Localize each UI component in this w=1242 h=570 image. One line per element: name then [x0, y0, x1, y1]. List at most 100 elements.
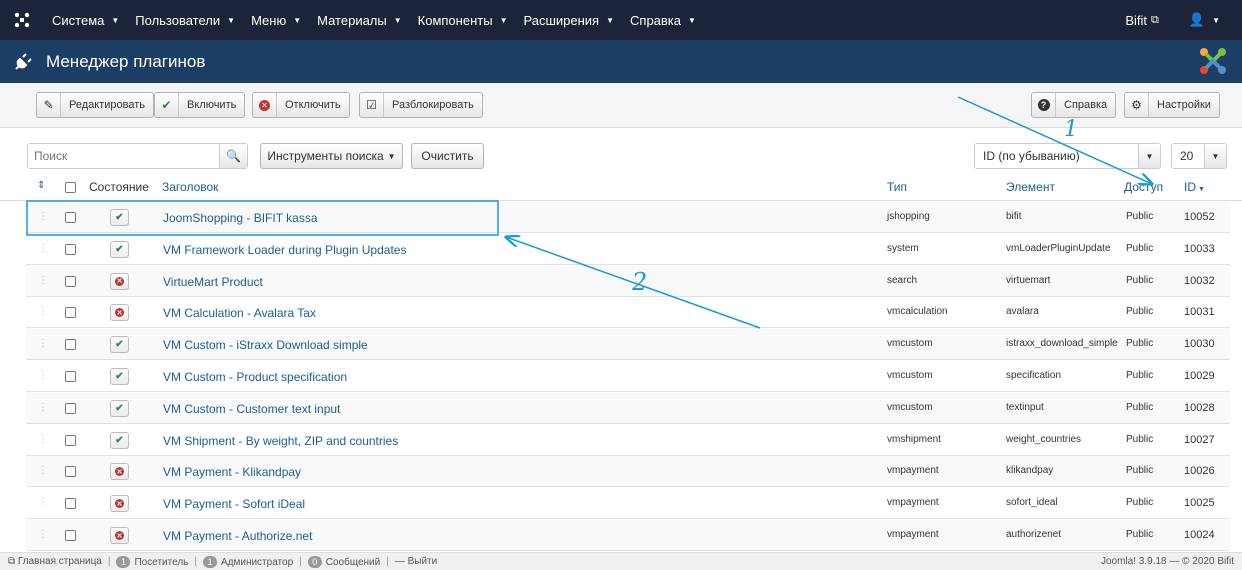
status-toggle[interactable]: ✕: [110, 495, 129, 513]
status-toggle[interactable]: ✕: [110, 527, 129, 544]
plugin-access: Public: [1126, 465, 1154, 477]
search-button[interactable]: 🔍: [219, 144, 247, 168]
logout-link[interactable]: — Выйти: [395, 556, 437, 567]
home-link[interactable]: ⧉ Главная страница: [8, 556, 102, 567]
unlock-button[interactable]: ☑ Разблокировать: [359, 92, 483, 118]
status-toggle[interactable]: ✔: [110, 431, 129, 449]
help-button[interactable]: ? Справка: [1031, 92, 1117, 118]
plugin-title-link[interactable]: VM Custom - iStraxx Download simple: [163, 338, 368, 352]
table-row: ⋮ ✕ VM Payment - Klikandpay vmpayment klikan…: [26, 456, 1230, 488]
row-checkbox[interactable]: [65, 434, 76, 446]
plugin-access: Public: [1126, 497, 1154, 509]
status-toggle[interactable]: ✔: [110, 240, 129, 258]
status-toggle[interactable]: ✕: [110, 304, 129, 322]
ordering-sort-icon[interactable]: ⇕: [37, 180, 45, 191]
plugin-element: virtuemart: [1006, 274, 1051, 286]
plugin-title-link[interactable]: VM Custom - Customer text input: [163, 402, 340, 416]
column-type[interactable]: Тип: [887, 180, 907, 194]
plugin-id: 10028: [1184, 401, 1215, 414]
table-row: ⋮ ✔ VM Custom - Product specification vmcus…: [26, 361, 1230, 392]
cancel-icon: ✕: [115, 531, 124, 540]
drag-handle-icon[interactable]: ⋮: [38, 529, 48, 540]
plugin-title-link[interactable]: VM Shipment - By weight, ZIP and countri…: [163, 434, 398, 448]
limit-select[interactable]: 20 ▼: [1171, 143, 1227, 169]
clear-button[interactable]: Очистить: [411, 143, 484, 169]
edit-button[interactable]: ✎ Редактировать: [36, 92, 154, 118]
check-icon: ✔: [115, 371, 124, 382]
plugin-title-link[interactable]: VirtueMart Product: [163, 275, 263, 289]
row-checkbox[interactable]: [65, 498, 76, 510]
plugin-title-link[interactable]: JoomShopping - BIFIT kassa: [163, 211, 318, 225]
drag-handle-icon[interactable]: ⋮: [38, 465, 48, 476]
table-row: ⋮ ✔ VM Custom - Customer text input vmcusto…: [26, 392, 1230, 424]
table-row: ⋮ ✕ VirtueMart Product search virtuemart Publ…: [26, 265, 1230, 297]
column-id[interactable]: ID ▼: [1184, 180, 1205, 194]
drag-handle-icon[interactable]: ⋮: [38, 370, 48, 381]
user-menu[interactable]: 👤 ▼: [1181, 12, 1228, 28]
row-checkbox[interactable]: [65, 307, 76, 319]
status-toggle[interactable]: ✔: [110, 368, 129, 385]
visitors-link[interactable]: 1 Посетитель: [116, 555, 188, 568]
plugin-title-link[interactable]: VM Payment - Klikandpay: [163, 465, 301, 479]
admins-link[interactable]: 1 Администратор: [202, 555, 293, 568]
column-element[interactable]: Элемент: [1006, 180, 1055, 194]
drag-handle-icon[interactable]: ⋮: [38, 434, 48, 445]
version-info: Joomla! 3.9.18 — © 2020 Bifit: [1101, 556, 1234, 567]
cancel-icon: ✕: [115, 308, 124, 318]
menu-extensions[interactable]: Расширения ▼: [515, 13, 622, 28]
drag-handle-icon[interactable]: ⋮: [38, 306, 48, 317]
plugin-access: Public: [1126, 529, 1154, 540]
menu-help[interactable]: Справка ▼: [622, 13, 704, 28]
menu-users[interactable]: Пользователи ▼: [127, 13, 243, 28]
drag-handle-icon[interactable]: ⋮: [38, 243, 48, 254]
plugin-title-link[interactable]: VM Payment - Authorize.net: [163, 529, 312, 543]
row-checkbox[interactable]: [65, 339, 76, 351]
check-icon: ✔: [115, 402, 124, 414]
ordering-select[interactable]: ID (по убыванию) ▼: [974, 143, 1161, 169]
menu-content[interactable]: Материалы ▼: [309, 13, 410, 28]
messages-link[interactable]: 0 Сообщений: [307, 555, 380, 568]
row-checkbox[interactable]: [65, 243, 76, 255]
site-link[interactable]: Bifit ⧉: [1117, 13, 1167, 28]
search-input[interactable]: [28, 144, 218, 168]
row-checkbox[interactable]: [65, 402, 76, 414]
row-checkbox[interactable]: [65, 212, 76, 223]
row-checkbox[interactable]: [65, 466, 76, 478]
row-checkbox[interactable]: [65, 371, 76, 382]
external-link-icon: ⧉: [1151, 13, 1159, 26]
plugin-element: weight_countries: [1006, 433, 1082, 445]
status-toggle[interactable]: ✔: [110, 209, 129, 226]
drag-handle-icon[interactable]: ⋮: [38, 275, 48, 286]
disable-button[interactable]: ✕ Отключить: [252, 92, 350, 118]
options-button[interactable]: ⚙ Настройки: [1124, 92, 1220, 118]
drag-handle-icon[interactable]: ⋮: [38, 338, 48, 349]
menu-system[interactable]: Система ▼: [44, 13, 127, 28]
search-tools-button[interactable]: Инструменты поиска ▼: [260, 143, 403, 169]
menu-components[interactable]: Компоненты ▼: [410, 13, 516, 28]
drag-handle-icon[interactable]: ⋮: [38, 497, 48, 508]
drag-handle-icon[interactable]: ⋮: [38, 402, 48, 413]
plugin-title-link[interactable]: VM Payment - Sofort iDeal: [163, 497, 305, 511]
plugin-type: vmcustom: [887, 370, 933, 381]
column-title[interactable]: Заголовок: [162, 180, 218, 194]
row-checkbox[interactable]: [65, 275, 76, 287]
status-toggle[interactable]: ✔: [110, 336, 129, 354]
status-toggle[interactable]: ✔: [110, 399, 129, 417]
toolbar: ✎ Редактировать ✔ Включить ✕ Отключить ☑ Раз…: [0, 83, 1242, 128]
plugin-title-link[interactable]: VM Calculation - Avalara Tax: [163, 306, 316, 320]
enable-button[interactable]: ✔ Включить: [154, 92, 246, 118]
column-access[interactable]: Доступ: [1124, 180, 1163, 194]
select-all-checkbox[interactable]: [65, 182, 76, 193]
page-title: Менеджер плагинов: [46, 51, 206, 71]
plugin-title-link[interactable]: VM Custom - Product specification: [163, 370, 347, 384]
menu-menus[interactable]: Меню ▼: [243, 13, 309, 28]
column-status[interactable]: Состояние: [89, 180, 149, 194]
plugin-title-link[interactable]: VM Framework Loader during Plugin Update…: [163, 243, 406, 257]
status-toggle[interactable]: ✕: [110, 463, 129, 481]
cancel-icon: ✕: [115, 276, 124, 286]
status-toggle[interactable]: ✕: [110, 272, 129, 290]
joomla-menu-icon[interactable]: [0, 12, 44, 28]
drag-handle-icon[interactable]: ⋮: [38, 211, 48, 222]
row-checkbox[interactable]: [65, 530, 76, 541]
table-row: ⋮ ✔ VM Framework Loader during Plugin Upda…: [26, 234, 1230, 265]
